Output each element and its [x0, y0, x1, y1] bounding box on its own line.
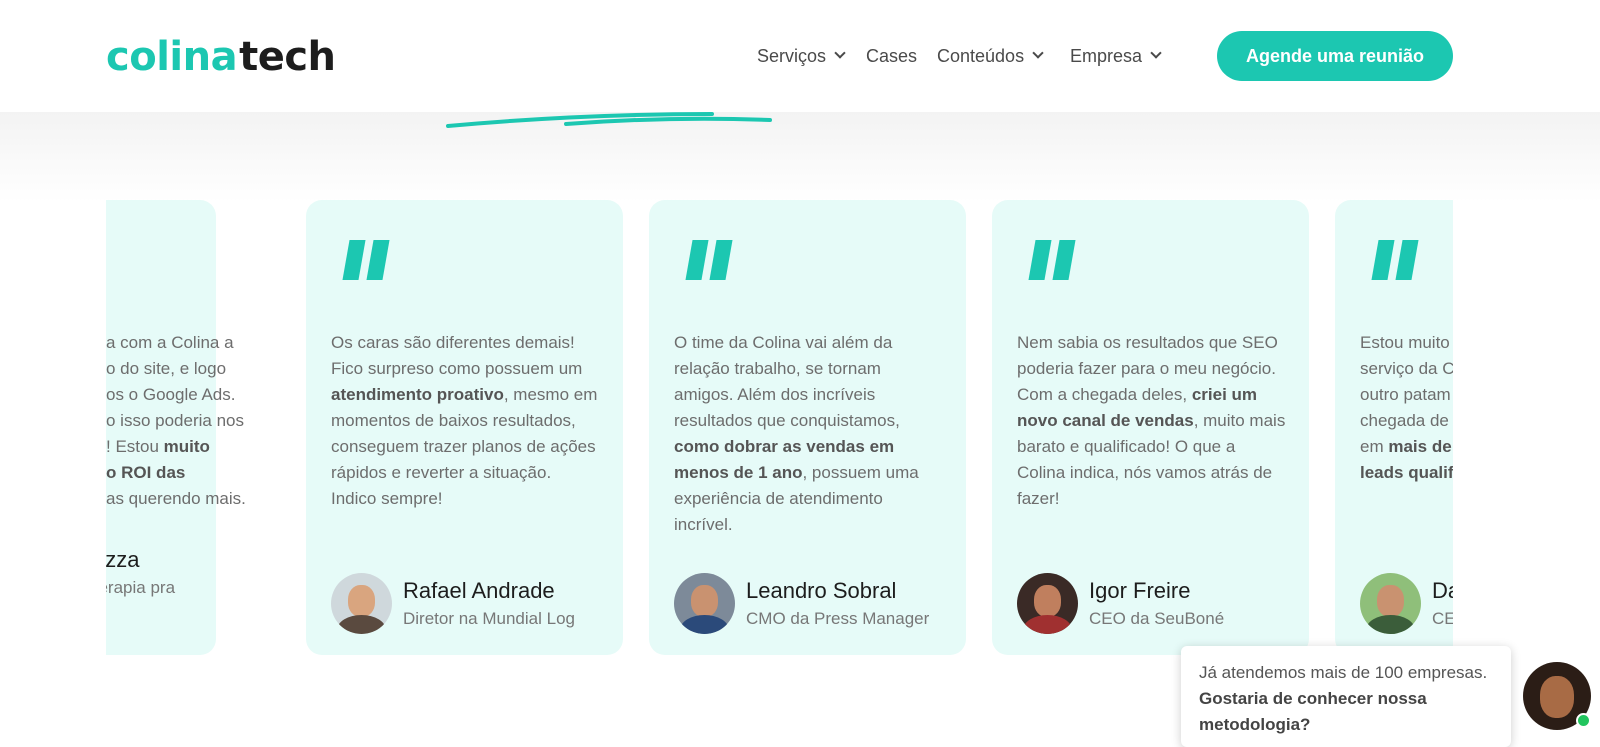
nav-conteudos-label: Conteúdos: [937, 45, 1025, 66]
testimonial-author: Rafael Andrade Diretor na Mundial Log: [331, 573, 575, 634]
quote-icon: [1371, 240, 1419, 280]
author-role: CMO da Press Manager: [746, 608, 930, 628]
nav-empresa-label: Empresa: [1070, 45, 1143, 66]
testimonial-author: Da CE: [1360, 573, 1453, 634]
colinatech-logo[interactable]: colina tech: [106, 34, 336, 80]
chat-text: Já atendemos mais de 100 empresas.: [1199, 663, 1488, 682]
author-name: Igor Freire: [1089, 577, 1191, 603]
author-name: Da: [1432, 577, 1453, 603]
chevron-down-icon: [1032, 47, 1044, 59]
testimonial-card: Os caras são diferentes demais! Fico sur…: [306, 200, 623, 655]
testimonial-card: Estou muitoserviço da Cooutro patamchega…: [1335, 200, 1453, 655]
testimonials-carousel[interactable]: a com a Colina ao do site, e logo os o Go…: [106, 195, 1453, 655]
testimonial-text: Estou muitoserviço da Cooutro patamchega…: [1360, 333, 1453, 482]
testimonial-text: a com a Colina ao do site, e logo os o Go…: [106, 333, 246, 508]
site-header: colina tech Serviços Cases Conteúdos Emp…: [0, 0, 1600, 112]
avatar: [1360, 573, 1421, 634]
author-role: Diretor na Mundial Log: [403, 608, 575, 628]
author-name: ina Piazza: [106, 547, 140, 572]
author-name: Leandro Sobral: [746, 577, 897, 603]
nav-cases[interactable]: Cases: [866, 44, 917, 68]
schedule-meeting-button[interactable]: Agende uma reunião: [1217, 31, 1453, 81]
author-name: Rafael Andrade: [403, 577, 555, 603]
testimonial-card: O time da Colina vai além da relação tra…: [649, 200, 966, 655]
section-band: [0, 112, 1600, 202]
quote-icon: [1028, 240, 1076, 280]
chat-message-bubble[interactable]: Já atendemos mais de 100 empresas. Gosta…: [1181, 646, 1511, 747]
chevron-down-icon: [834, 47, 846, 59]
testimonial-text: Os caras são diferentes demais! Fico sur…: [331, 333, 598, 508]
avatar: [674, 573, 735, 634]
online-status-dot: [1576, 713, 1591, 728]
logo-tech: tech: [239, 34, 336, 80]
quote-icon: [685, 240, 733, 280]
quote-icon: [342, 240, 390, 280]
author-role: CEO da SeuBoné: [1089, 608, 1225, 628]
nav-empresa[interactable]: Empresa: [1070, 44, 1162, 68]
testimonial-card: a com a Colina ao do site, e logo os o Go…: [106, 200, 246, 655]
author-role: a Psicoterapia pra: [106, 578, 176, 597]
testimonial-author: Leandro Sobral CMO da Press Manager: [674, 573, 929, 634]
logo-colina: colina: [106, 34, 238, 80]
testimonial-text: Nem sabia os resultados que SEO poderia …: [1017, 333, 1286, 508]
nav-servicos[interactable]: Serviços: [757, 44, 846, 68]
nav-conteudos[interactable]: Conteúdos: [937, 44, 1044, 68]
avatar: [331, 573, 392, 634]
brush-underline-decoration: [446, 112, 772, 128]
avatar: [1017, 573, 1078, 634]
testimonial-text: O time da Colina vai além da relação tra…: [674, 333, 919, 534]
chevron-down-icon: [1150, 47, 1162, 59]
testimonial-author: Igor Freire CEO da SeuBoné: [1017, 573, 1224, 634]
testimonial-author: ina Piazza a Psicoterapia pra: [106, 545, 175, 601]
nav-cases-label: Cases: [866, 45, 918, 66]
chat-text-bold: Gostaria de conhecer nossa metodologia?: [1199, 689, 1427, 734]
testimonial-card: Nem sabia os resultados que SEO poderia …: [992, 200, 1309, 655]
author-role: CE: [1432, 608, 1453, 628]
nav-servicos-label: Serviços: [757, 45, 827, 66]
